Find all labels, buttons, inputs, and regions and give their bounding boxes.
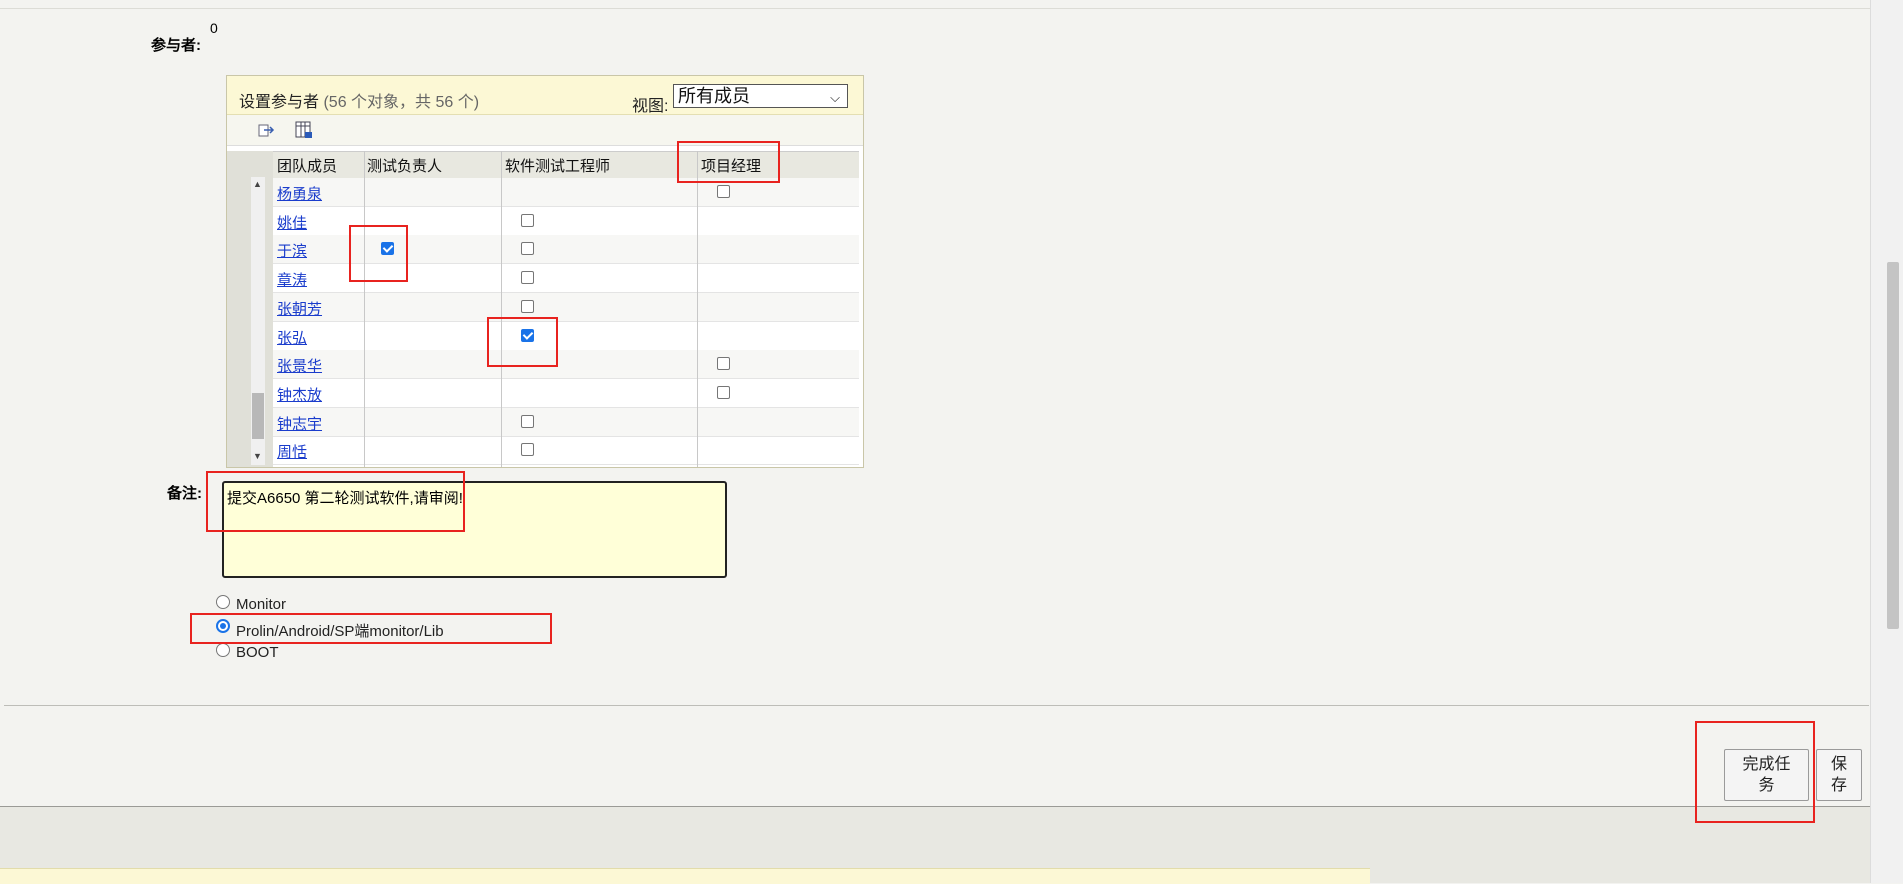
engineer-checkbox[interactable] bbox=[521, 242, 534, 256]
panel-object-count: (56 个对象，共 56 个) bbox=[323, 94, 480, 111]
table-row: 杨勇泉 bbox=[273, 178, 859, 207]
member-name-link[interactable]: 章涛 bbox=[277, 269, 307, 290]
member-name-link[interactable]: 钟志宇 bbox=[277, 413, 322, 434]
col-header-member: 团队成员 bbox=[277, 158, 338, 175]
engineer-checkbox[interactable] bbox=[521, 328, 534, 342]
form-divider bbox=[4, 705, 1869, 706]
view-label: 视图: bbox=[632, 98, 669, 115]
col-header-pm: 项目经理 bbox=[701, 158, 762, 175]
col-header-engineer: 软件测试工程师 bbox=[505, 158, 611, 175]
member-name-link[interactable]: 张朝芳 bbox=[277, 298, 322, 319]
member-name-link[interactable]: 张景华 bbox=[277, 355, 322, 376]
table-row: 姚佳 bbox=[273, 207, 859, 236]
page-scroll-thumb[interactable] bbox=[1887, 262, 1899, 629]
view-select[interactable]: 所有成员 ⌵ bbox=[673, 84, 848, 108]
bottom-panel-edge bbox=[0, 868, 1370, 884]
engineer-checkbox[interactable] bbox=[521, 299, 534, 313]
pm-checkbox[interactable] bbox=[717, 385, 730, 399]
engineer-checkbox[interactable] bbox=[521, 213, 534, 227]
member-name-link[interactable]: 姚佳 bbox=[277, 212, 307, 233]
grid-scroll-thumb[interactable] bbox=[252, 393, 264, 439]
chevron-down-icon: ⌵ bbox=[830, 90, 840, 105]
participants-panel: 设置参与者 (56 个对象，共 56 个) 视图: 所有成员 ⌵ ▲ ▼ 团队成… bbox=[226, 75, 864, 468]
option-prolin-label: Prolin/Android/SP端monitor/Lib bbox=[236, 623, 444, 640]
view-select-value: 所有成员 bbox=[678, 86, 750, 106]
pm-checkbox[interactable] bbox=[717, 357, 730, 371]
notes-textarea[interactable]: 提交A6650 第二轮测试软件,请审阅! bbox=[222, 481, 727, 578]
scroll-down-icon[interactable]: ▼ bbox=[253, 451, 262, 461]
participants-label: 参与者: bbox=[151, 37, 201, 54]
page-scrollbar[interactable] bbox=[1870, 0, 1903, 883]
member-name-link[interactable]: 钟杰放 bbox=[277, 384, 322, 405]
member-name-link[interactable]: 周恬 bbox=[277, 441, 307, 462]
test-lead-checkbox[interactable] bbox=[381, 242, 394, 256]
table-row: 张弘 bbox=[273, 322, 859, 351]
table-row: 张景华 bbox=[273, 350, 859, 380]
engineer-checkbox[interactable] bbox=[521, 443, 534, 457]
pm-checkbox[interactable] bbox=[717, 185, 730, 198]
engineer-checkbox[interactable] bbox=[521, 414, 534, 428]
table-row: 张朝芳 bbox=[273, 292, 859, 322]
scroll-up-icon[interactable]: ▲ bbox=[253, 179, 262, 189]
column-settings-icon[interactable] bbox=[295, 121, 313, 139]
panel-header: 设置参与者 (56 个对象，共 56 个) 视图: 所有成员 ⌵ bbox=[227, 76, 863, 115]
panel-title-text: 设置参与者 bbox=[239, 94, 320, 111]
option-monitor-radio[interactable] bbox=[216, 595, 230, 609]
member-name-link[interactable]: 张弘 bbox=[277, 327, 307, 348]
option-boot-radio[interactable] bbox=[216, 643, 230, 657]
save-button[interactable]: 保存 bbox=[1816, 749, 1862, 801]
panel-title: 设置参与者 (56 个对象，共 56 个) bbox=[239, 88, 479, 112]
member-name-link[interactable]: 杨勇泉 bbox=[277, 183, 322, 204]
participants-grid: ▲ ▼ 团队成员 测试负责人 软件测试工程师 项目经理 杨勇泉姚佳于滨章涛张朝芳… bbox=[227, 151, 863, 467]
notes-label: 备注: bbox=[167, 485, 202, 502]
table-row: 章涛 bbox=[273, 264, 859, 294]
table-row: 周恬 bbox=[273, 436, 859, 466]
top-divider bbox=[0, 8, 1870, 9]
option-prolin-radio[interactable] bbox=[216, 619, 230, 633]
member-name-link[interactable]: 于滨 bbox=[277, 240, 307, 261]
table-row: 钟杰放 bbox=[273, 379, 859, 408]
table-row: 钟志宇 bbox=[273, 407, 859, 437]
participants-count: 0 bbox=[210, 20, 218, 36]
option-boot-label: BOOT bbox=[236, 644, 279, 661]
option-monitor-label: Monitor bbox=[236, 596, 287, 613]
export-icon[interactable] bbox=[257, 121, 275, 139]
panel-toolbar bbox=[227, 115, 863, 146]
col-header-test-lead: 测试负责人 bbox=[367, 158, 443, 175]
grid-scrollbar[interactable]: ▲ ▼ bbox=[251, 177, 265, 465]
table-row: 于滨 bbox=[273, 235, 859, 265]
engineer-checkbox[interactable] bbox=[521, 271, 534, 285]
grid-header: 团队成员 测试负责人 软件测试工程师 项目经理 bbox=[273, 151, 859, 179]
complete-task-button[interactable]: 完成任务 bbox=[1724, 749, 1809, 801]
